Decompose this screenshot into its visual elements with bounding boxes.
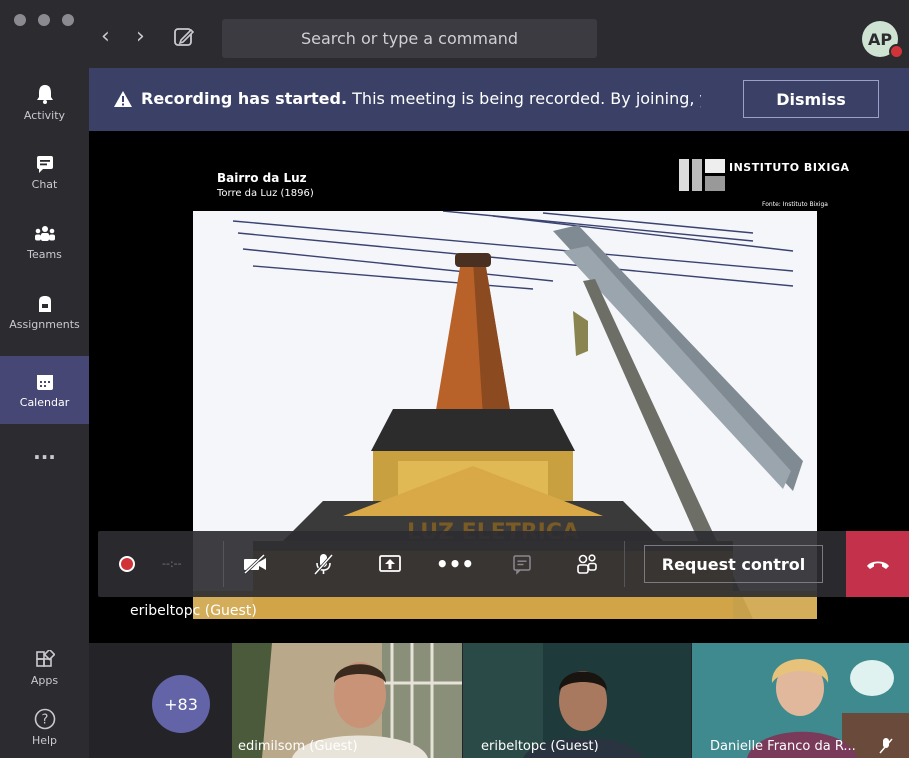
help-icon: ?	[34, 708, 55, 729]
more-actions-button[interactable]: •••	[436, 551, 474, 577]
warning-icon	[114, 91, 132, 107]
photo-credit: Fonte: Instituto Bixiga	[762, 201, 828, 208]
mic-off-icon	[313, 553, 334, 576]
institute-logo-icon	[679, 159, 725, 191]
more-participants-badge[interactable]: +83	[152, 675, 210, 733]
participant-tile[interactable]: eribeltopc (Guest)	[463, 643, 691, 758]
participant-tile[interactable]: edimilsom (Guest)	[232, 643, 462, 758]
participant-name: edimilsom (Guest)	[238, 739, 358, 754]
chat-icon	[36, 155, 53, 173]
recording-banner-title: Recording has started.	[141, 89, 348, 108]
recording-banner: Recording has started. This meeting is b…	[89, 68, 909, 131]
rail-item-help[interactable]: ? Help	[0, 696, 89, 758]
rail-item-calendar[interactable]: Calendar	[0, 356, 89, 424]
presenter-name: eribeltopc (Guest)	[130, 603, 257, 619]
rail-item-chat[interactable]: Chat	[0, 138, 89, 206]
slide-title: Bairro da Luz	[217, 171, 307, 185]
window-zoom-dot[interactable]	[62, 14, 74, 26]
presence-status-badge	[889, 44, 904, 59]
institute-logo-text: INSTITUTO BIXIGA	[729, 161, 850, 174]
meeting-timer: --:--	[162, 557, 182, 570]
participants-button[interactable]	[574, 551, 600, 577]
chat-icon	[513, 555, 531, 575]
share-screen-button[interactable]	[377, 551, 403, 577]
bell-icon	[36, 84, 53, 104]
dismiss-button[interactable]: Dismiss	[743, 80, 879, 118]
rail-item-label: Chat	[31, 177, 58, 191]
share-screen-icon	[379, 555, 401, 572]
participant-tile[interactable]: Danielle Franco da R...	[692, 643, 909, 758]
rail-item-label: Assignments	[9, 317, 80, 331]
app-rail: Activity Chat Teams Assignments Calendar…	[0, 68, 89, 758]
rail-item-teams[interactable]: Teams	[0, 208, 89, 276]
slide-subtitle: Torre da Luz (1896)	[217, 188, 314, 199]
hang-up-button[interactable]	[846, 531, 909, 597]
rail-item-label: Apps	[30, 673, 59, 687]
meeting-control-bar: --:-- ••• Request control	[98, 531, 909, 597]
recording-indicator	[114, 551, 140, 577]
backpack-icon	[38, 295, 51, 312]
camera-toggle-button[interactable]	[242, 551, 268, 577]
svg-text:?: ?	[41, 712, 48, 727]
divider	[624, 541, 625, 587]
compose-icon[interactable]	[173, 26, 195, 48]
mic-off-icon	[879, 738, 893, 754]
teams-icon	[34, 225, 55, 241]
title-bar: ‹ › Search or type a command AP	[0, 0, 909, 68]
record-dot-icon	[119, 556, 135, 572]
back-chevron-icon[interactable]: ‹	[101, 24, 110, 49]
rail-item-activity[interactable]: Activity	[0, 68, 89, 136]
participants-icon	[577, 554, 597, 574]
apps-icon	[35, 649, 55, 667]
more-icon: •••	[435, 552, 475, 576]
rail-more-button[interactable]: ...	[0, 428, 89, 476]
window-minimize-dot[interactable]	[38, 14, 50, 26]
rail-item-label: Help	[31, 733, 58, 747]
camera-off-icon	[243, 553, 266, 575]
request-control-button[interactable]: Request control	[644, 545, 823, 583]
participant-name: Danielle Franco da R...	[710, 739, 856, 754]
divider	[223, 541, 224, 587]
rail-item-label: Teams	[27, 247, 62, 261]
mic-toggle-button[interactable]	[310, 551, 336, 577]
rail-item-label: Calendar	[19, 395, 70, 409]
conversation-button[interactable]	[509, 551, 535, 577]
participant-name: eribeltopc (Guest)	[481, 739, 599, 754]
rail-item-apps[interactable]: Apps	[0, 634, 89, 702]
rail-item-label: Activity	[23, 108, 66, 122]
search-input[interactable]: Search or type a command	[222, 19, 597, 58]
forward-chevron-icon[interactable]: ›	[136, 24, 145, 49]
window-close-dot[interactable]	[14, 14, 26, 26]
calendar-icon	[36, 374, 53, 390]
rail-item-assignments[interactable]: Assignments	[0, 278, 89, 346]
more-icon: ...	[33, 440, 56, 464]
recording-banner-text: This meeting is being recorded. By joini…	[347, 89, 701, 108]
hang-up-icon	[866, 561, 889, 569]
recording-banner-message: Recording has started. This meeting is b…	[141, 89, 701, 108]
